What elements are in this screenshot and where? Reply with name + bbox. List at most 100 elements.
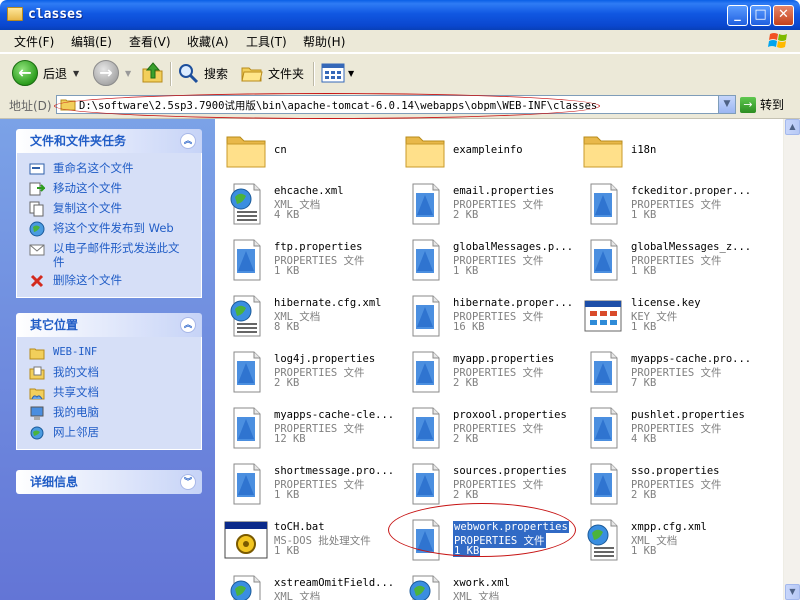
panel-header[interactable]: 其它位置 ︽ <box>16 313 202 337</box>
windows-logo-icon <box>768 33 787 48</box>
xml-document-icon <box>580 517 626 563</box>
chevron-down-icon[interactable]: ▼ <box>348 69 354 78</box>
back-arrow-icon: ← <box>12 60 38 86</box>
task-email[interactable]: 以电子邮件形式发送此文件 <box>17 239 201 271</box>
file-item[interactable]: fckeditor.proper... PROPERTIES 文件 1 KB <box>576 177 754 229</box>
file-item[interactable]: ehcache.xml XML 文档 4 KB <box>219 177 397 229</box>
menu-edit[interactable]: 编辑(E) <box>71 33 112 50</box>
file-item[interactable]: license.key KEY 文件 1 KB <box>576 289 754 341</box>
file-item[interactable]: xwork.xml XML 文档 <box>398 569 576 600</box>
file-item[interactable]: shortmessage.pro... PROPERTIES 文件 1 KB <box>219 457 397 509</box>
file-size: 2 KB <box>453 209 479 221</box>
file-name: pushlet.properties <box>631 409 745 421</box>
chevron-down-icon[interactable]: ▼ <box>125 69 131 78</box>
vertical-scrollbar[interactable]: ▲ ▼ <box>783 119 800 600</box>
file-item[interactable]: sources.properties PROPERTIES 文件 2 KB <box>398 457 576 509</box>
file-name: sso.properties <box>631 465 720 477</box>
back-button[interactable]: ← 后退 ▼ <box>12 59 79 87</box>
go-button[interactable]: → 转到 <box>740 96 784 113</box>
panel-header[interactable]: 文件和文件夹任务 ︽ <box>16 129 202 153</box>
search-label: 搜索 <box>204 66 229 81</box>
file-item[interactable]: pushlet.properties PROPERTIES 文件 4 KB <box>576 401 754 453</box>
place-shared-documents[interactable]: 共享文档 <box>17 383 201 403</box>
folders-icon <box>241 67 263 82</box>
shared-documents-icon <box>29 388 45 400</box>
place-my-computer[interactable]: 我的电脑 <box>17 403 201 423</box>
file-name: i18n <box>631 144 657 156</box>
file-size: 4 KB <box>631 433 657 445</box>
file-size: 12 KB <box>274 433 306 445</box>
place-web-inf[interactable]: WEB-INF <box>17 343 201 363</box>
scroll-down-icon[interactable]: ▼ <box>785 584 800 600</box>
up-folder-icon <box>142 62 163 83</box>
menu-tools[interactable]: 工具(T) <box>246 33 287 50</box>
file-item[interactable]: log4j.properties PROPERTIES 文件 2 KB <box>219 345 397 397</box>
folder-item[interactable]: cn <box>219 123 397 175</box>
file-tasks-panel: 文件和文件夹任务 ︽ 重命名这个文件 移动这个文件 复制这个文件 将这个文件发布… <box>16 129 202 298</box>
file-item[interactable]: myapps-cache.pro... PROPERTIES 文件 7 KB <box>576 345 754 397</box>
place-network[interactable]: 网上邻居 <box>17 423 201 443</box>
other-places-panel: 其它位置 ︽ WEB-INF 我的文档 共享文档 我的电脑 网上邻居 <box>16 313 202 450</box>
file-item[interactable]: proxool.properties PROPERTIES 文件 2 KB <box>398 401 576 453</box>
views-button[interactable]: ▼ <box>321 59 354 87</box>
folder-item[interactable]: i18n <box>576 123 754 175</box>
maximize-button[interactable]: □ <box>750 5 771 26</box>
chevron-down-icon[interactable]: ▼ <box>73 69 79 78</box>
file-size: 7 KB <box>631 377 657 389</box>
place-label: 网上邻居 <box>53 425 99 439</box>
file-item[interactable]: sso.properties PROPERTIES 文件 2 KB <box>576 457 754 509</box>
menu-view[interactable]: 查看(V) <box>129 33 171 50</box>
file-item[interactable]: email.properties PROPERTIES 文件 2 KB <box>398 177 576 229</box>
properties-file-icon <box>580 237 626 283</box>
title-bar[interactable]: classes _ □ ✕ <box>0 0 800 30</box>
panel-header[interactable]: 详细信息 ︾ <box>16 470 202 494</box>
file-item[interactable]: xstreamOmitField... XML 文档 <box>219 569 397 600</box>
file-name: license.key <box>631 297 701 309</box>
place-label: 我的电脑 <box>53 405 99 419</box>
file-item[interactable]: hibernate.proper... PROPERTIES 文件 16 KB <box>398 289 576 341</box>
file-item[interactable]: globalMessages.p... PROPERTIES 文件 1 KB <box>398 233 576 285</box>
file-item[interactable]: hibernate.cfg.xml XML 文档 8 KB <box>219 289 397 341</box>
collapse-icon[interactable]: ︽ <box>180 133 196 149</box>
forward-button[interactable]: → ▼ <box>93 59 131 87</box>
scroll-up-icon[interactable]: ▲ <box>785 119 800 135</box>
properties-file-icon <box>223 461 269 507</box>
file-size: 1 KB <box>453 265 479 277</box>
file-name: xmpp.cfg.xml <box>631 521 707 533</box>
file-item[interactable]: ftp.properties PROPERTIES 文件 1 KB <box>219 233 397 285</box>
menu-file[interactable]: 文件(F) <box>14 33 54 50</box>
file-name: proxool.properties <box>453 409 567 421</box>
menu-favorites[interactable]: 收藏(A) <box>187 33 229 50</box>
properties-file-icon <box>402 237 448 283</box>
menu-help[interactable]: 帮助(H) <box>303 33 345 50</box>
address-dropdown-icon[interactable]: ▼ <box>718 96 735 113</box>
panel-title: 详细信息 <box>30 475 79 489</box>
folders-button[interactable]: 文件夹 <box>240 59 304 87</box>
task-rename[interactable]: 重命名这个文件 <box>17 159 201 179</box>
place-my-documents[interactable]: 我的文档 <box>17 363 201 383</box>
collapse-icon[interactable]: ︽ <box>180 317 196 333</box>
file-size: 1 KB <box>631 265 657 277</box>
go-label: 转到 <box>760 98 785 112</box>
file-item[interactable]: myapps-cache-cle... PROPERTIES 文件 12 KB <box>219 401 397 453</box>
search-button[interactable]: 搜索 <box>176 59 228 87</box>
up-folder-button[interactable] <box>141 59 165 87</box>
panel-body: 重命名这个文件 移动这个文件 复制这个文件 将这个文件发布到 Web 以电子邮件… <box>16 153 202 298</box>
address-label: 地址(D) <box>9 99 52 113</box>
task-delete[interactable]: 删除这个文件 <box>17 271 201 291</box>
task-publish-web[interactable]: 将这个文件发布到 Web <box>17 219 201 239</box>
file-item[interactable]: myapp.properties PROPERTIES 文件 2 KB <box>398 345 576 397</box>
properties-file-icon <box>223 237 269 283</box>
file-item[interactable]: xmpp.cfg.xml XML 文档 1 KB <box>576 513 754 565</box>
task-move[interactable]: 移动这个文件 <box>17 179 201 199</box>
file-type: XML 文档 <box>453 591 500 600</box>
file-name: hibernate.cfg.xml <box>274 297 382 309</box>
folder-item[interactable]: exampleinfo <box>398 123 576 175</box>
file-item[interactable]: toCH.bat MS-DOS 批处理文件 1 KB <box>219 513 397 565</box>
minimize-button[interactable]: _ <box>727 5 748 26</box>
close-button[interactable]: ✕ <box>773 5 794 26</box>
expand-icon[interactable]: ︾ <box>180 474 196 490</box>
task-copy[interactable]: 复制这个文件 <box>17 199 201 219</box>
file-item[interactable]: globalMessages_z... PROPERTIES 文件 1 KB <box>576 233 754 285</box>
go-arrow-icon: → <box>740 96 756 113</box>
